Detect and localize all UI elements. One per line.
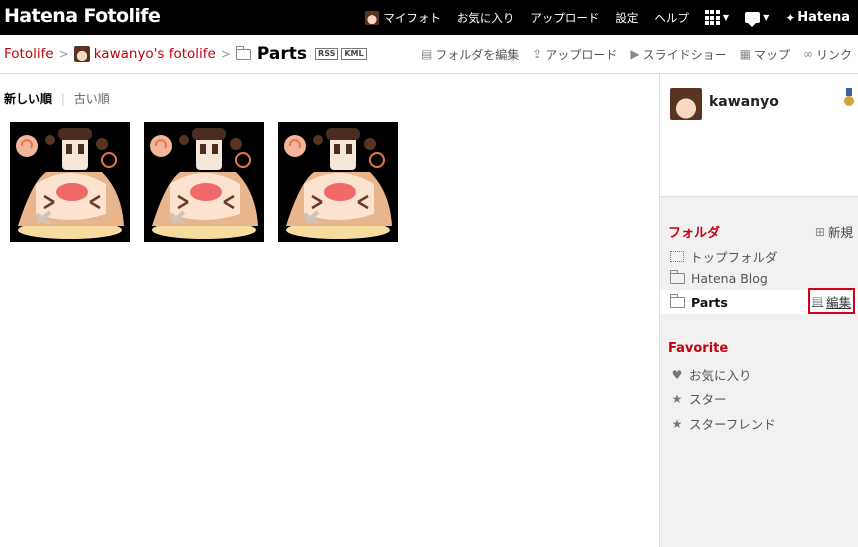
folder-item-hatena-blog-label: Hatena Blog <box>691 271 768 286</box>
slideshow-label: スライドショー <box>642 47 727 62</box>
nav-myfoto[interactable]: マイフォト <box>365 10 441 26</box>
nav-help[interactable]: ヘルプ <box>654 10 689 26</box>
link-icon: ∞ <box>802 47 813 61</box>
star-icon: ★ <box>671 391 683 406</box>
favorite-item-star-friend-label: スターフレンド <box>689 417 776 432</box>
new-folder-button[interactable]: ⊞ 新規 <box>815 222 853 241</box>
sort-options: 新しい順 | 古い順 <box>4 90 110 107</box>
edit-folder-link-label: 編集 <box>826 294 852 310</box>
hatena-mark-icon: ✦ <box>785 10 796 25</box>
link-button[interactable]: ∞ リンク <box>803 46 852 63</box>
speech-bubble-icon <box>745 12 761 27</box>
nav-favorites[interactable]: お気に入り <box>457 10 515 26</box>
nav-upload[interactable]: アップロード <box>530 10 599 26</box>
sub-header: Fotolife > kawanyo's fotolife > Parts RS… <box>0 35 858 74</box>
parts-image-2[interactable] <box>144 122 264 242</box>
favorite-item-star-friend[interactable]: ★ スターフレンド <box>670 414 776 433</box>
parts-image-1[interactable] <box>10 122 130 242</box>
favorite-section-title: Favorite <box>668 341 729 356</box>
map-button[interactable]: ▦ マップ <box>740 46 790 63</box>
folder-actions: ▤ フォルダを編集 ⇪ アップロード ▶ スライドショー ▦ マップ ∞ リンク <box>408 35 852 73</box>
favorite-item-star-label: スター <box>689 392 727 407</box>
upload-label: アップロード <box>545 47 618 62</box>
top-bar: Hatena Fotolife マイフォト お気に入り アップロード 設定 ヘル… <box>0 0 858 35</box>
folder-item-hatena-blog[interactable]: Hatena Blog <box>670 270 768 286</box>
sidebar: kawanyo フォルダ ⊞ 新規 トップフォルダ Hatena Blog Pa… <box>659 74 858 547</box>
heart-icon: ♥ <box>671 367 683 382</box>
list-icon: ▤ <box>420 47 433 61</box>
page-title: Parts <box>256 44 308 64</box>
folder-icon <box>235 45 251 60</box>
grid-icon <box>704 10 720 25</box>
edit-folder-label: フォルダを編集 <box>435 47 520 62</box>
slideshow-button[interactable]: ▶ スライドショー <box>630 46 726 63</box>
list-icon: ▤ <box>811 294 824 308</box>
sort-newest[interactable]: 新しい順 <box>4 92 52 106</box>
hatena-brand-label: Hatena <box>797 10 850 25</box>
folder-section-title: フォルダ <box>668 226 721 241</box>
breadcrumb-separator: > <box>58 47 69 61</box>
edit-folder-link[interactable]: ▤ 編集 <box>808 288 855 314</box>
rss-badge[interactable]: RSS <box>315 48 339 60</box>
upload-icon: ⇪ <box>532 47 543 61</box>
profile-avatar[interactable] <box>670 88 702 120</box>
map-icon: ▦ <box>739 47 751 61</box>
parts-image-3[interactable] <box>278 122 398 242</box>
play-icon: ▶ <box>630 47 640 61</box>
upload-button[interactable]: ⇪ アップロード <box>532 46 617 63</box>
breadcrumb: Fotolife > kawanyo's fotolife > Parts RS… <box>4 35 367 73</box>
hatena-brand-link[interactable]: ✦ Hatena <box>785 10 850 25</box>
sort-divider: | <box>60 92 65 106</box>
profile-panel: kawanyo <box>660 74 858 197</box>
map-label: マップ <box>753 47 790 62</box>
folder-plus-icon: ⊞ <box>814 224 825 239</box>
nav-settings[interactable]: 設定 <box>615 10 638 26</box>
caret-down-icon: ▼ <box>763 13 770 22</box>
folder-icon <box>670 294 685 308</box>
favorite-item-star[interactable]: ★ スター <box>670 389 727 408</box>
favorite-item-favorites[interactable]: ♥ お気に入り <box>670 365 752 384</box>
user-avatar-icon <box>73 46 90 62</box>
sort-oldest[interactable]: 古い順 <box>74 92 110 106</box>
breadcrumb-user[interactable]: kawanyo's fotolife <box>94 46 216 62</box>
notifications-menu-button[interactable]: ▼ <box>745 12 770 27</box>
user-avatar-icon <box>365 10 380 25</box>
edit-folder-button[interactable]: ▤ フォルダを編集 <box>421 46 519 63</box>
profile-username[interactable]: kawanyo <box>709 94 779 110</box>
folder-item-top[interactable]: トップフォルダ <box>670 247 778 266</box>
folder-item-top-label: トップフォルダ <box>690 250 778 265</box>
breadcrumb-separator: > <box>220 47 231 61</box>
new-folder-label: 新規 <box>827 225 853 240</box>
favorite-item-favorites-label: お気に入り <box>689 368 752 383</box>
link-label: リンク <box>815 47 852 62</box>
nav-myfoto-label: マイフォト <box>383 10 441 25</box>
apps-menu-button[interactable]: ▼ <box>704 10 730 25</box>
folder-item-parts-label: Parts <box>691 295 728 310</box>
breadcrumb-fotolife[interactable]: Fotolife <box>4 46 54 62</box>
site-logo[interactable]: Hatena Fotolife <box>4 5 161 27</box>
kml-badge[interactable]: KML <box>341 48 367 60</box>
medal-icon[interactable] <box>844 88 854 110</box>
top-nav: マイフォト お気に入り アップロード 設定 ヘルプ ▼ ▼ ✦ Hatena <box>365 0 850 35</box>
folder-item-parts-wrap: Parts <box>670 294 728 310</box>
folder-icon <box>670 270 685 284</box>
caret-down-icon: ▼ <box>722 13 730 22</box>
dotted-folder-icon <box>670 251 684 262</box>
star-icon: ★ <box>671 416 683 431</box>
